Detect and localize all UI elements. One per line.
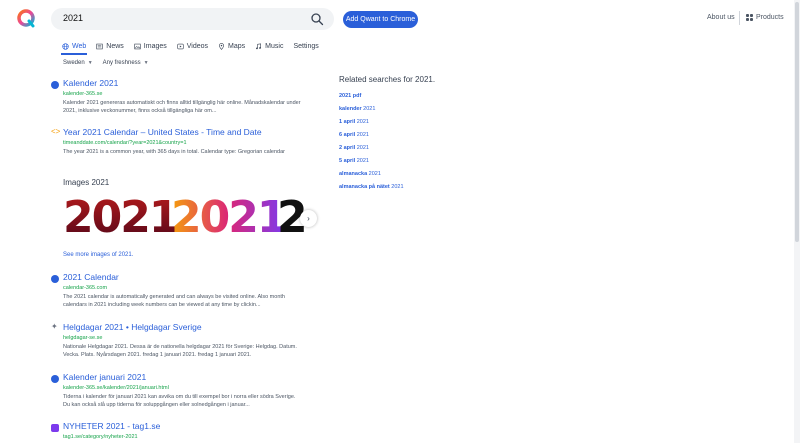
- result-url[interactable]: tag1.se/category/nyheter-2021: [63, 434, 138, 440]
- add-to-chrome-button[interactable]: Add Qwant to Chrome: [343, 11, 418, 28]
- tab-maps[interactable]: Maps: [218, 40, 245, 52]
- tab-label: Maps: [228, 42, 246, 50]
- result-title-link[interactable]: Helgdagar 2021 • Helgdagar Sverige: [63, 322, 202, 332]
- related-search-bold: 1 april: [339, 119, 356, 125]
- site-favicon-icon: [51, 424, 59, 432]
- map-pin-icon: [219, 42, 225, 50]
- freshness-filter-label: Any freshness: [102, 60, 141, 66]
- tab-videos[interactable]: Videos: [177, 40, 208, 52]
- images-carousel: 2021 2021 2: [63, 190, 313, 246]
- grid-icon: [746, 14, 753, 21]
- page-scrollbar[interactable]: [794, 0, 800, 443]
- site-favicon-icon: ✦: [51, 322, 58, 331]
- image-icon: [134, 43, 141, 49]
- caret-down-icon: ▼: [87, 60, 93, 66]
- related-search-rest: 2021: [355, 158, 369, 164]
- result-title-link[interactable]: 2021 Calendar: [63, 272, 119, 282]
- related-search-rest: 2021: [355, 119, 369, 125]
- qwant-logo-icon[interactable]: [16, 8, 36, 28]
- image-thumbnail[interactable]: 2021: [171, 190, 287, 246]
- related-search-bold: 5 april: [339, 158, 356, 164]
- search-tabs: Web News Images Videos Maps Music Settin…: [62, 40, 319, 54]
- region-filter-label: Sweden: [63, 60, 85, 66]
- tab-music[interactable]: Music: [255, 40, 283, 52]
- region-filter[interactable]: Sweden ▼: [63, 60, 93, 66]
- search-filters: Sweden ▼ Any freshness ▼: [63, 60, 149, 66]
- related-search-bold: 6 april: [339, 132, 356, 138]
- tab-settings[interactable]: Settings: [293, 40, 318, 52]
- related-search-bold: almanacka: [339, 171, 368, 177]
- tab-label: Web: [72, 42, 87, 50]
- chevron-right-icon: ›: [307, 214, 310, 223]
- result-snippet: Kalender 2021 genereras automatiskt och …: [63, 100, 301, 114]
- related-search-link[interactable]: 2 april 2021: [339, 142, 435, 155]
- tab-label: News: [106, 42, 124, 50]
- tab-images[interactable]: Images: [134, 40, 167, 52]
- site-favicon-icon: [51, 81, 59, 89]
- image-thumbnail[interactable]: 2021: [63, 190, 179, 246]
- video-icon: [177, 43, 184, 49]
- scrollbar-thumb[interactable]: [795, 2, 799, 242]
- tab-label: Music: [265, 42, 284, 50]
- search-icon[interactable]: [310, 12, 324, 26]
- result-title-link[interactable]: Kalender januari 2021: [63, 372, 146, 382]
- related-search-link[interactable]: almanacka på nätet 2021: [339, 181, 435, 194]
- related-search-link[interactable]: kalender 2021: [339, 103, 435, 116]
- result-snippet: Nationale Helgdagar 2021. Dessa är de na…: [63, 344, 297, 358]
- caret-down-icon: ▼: [143, 60, 149, 66]
- related-search-rest: 2021: [389, 184, 404, 190]
- result-url[interactable]: calendar-365.com: [63, 285, 107, 291]
- result-url[interactable]: kalender-365.se/kalender/2021/januari.ht…: [63, 385, 169, 391]
- related-search-link[interactable]: 2021 pdf: [339, 90, 435, 103]
- related-search-rest: 2021: [355, 132, 369, 138]
- related-search-bold: kalender: [339, 106, 362, 112]
- tab-label: Settings: [293, 42, 319, 50]
- products-label: Products: [756, 14, 784, 21]
- carousel-next-button[interactable]: ›: [300, 210, 317, 227]
- related-search-link[interactable]: 6 april 2021: [339, 129, 435, 142]
- products-menu[interactable]: Products: [746, 14, 784, 21]
- related-searches: Related searches for 2021. 2021 pdf kale…: [339, 75, 435, 194]
- tab-label: Videos: [186, 42, 209, 50]
- search-bar[interactable]: 2021: [51, 8, 334, 30]
- result-title-link[interactable]: NYHETER 2021 - tag1.se: [63, 421, 160, 431]
- result-title-link[interactable]: Year 2021 Calendar – United States - Tim…: [63, 127, 262, 137]
- result-snippet: The year 2021 is a common year, with 365…: [63, 149, 285, 155]
- news-icon: [96, 43, 103, 49]
- result-url[interactable]: timeanddate.com/calendar/?year=2021&coun…: [63, 140, 187, 146]
- site-favicon-icon: [51, 275, 59, 283]
- result-snippet: Tiderna i kalender för januari 2021 kan …: [63, 394, 296, 408]
- tab-web[interactable]: Web: [62, 40, 86, 52]
- music-icon: [256, 43, 262, 49]
- related-search-bold: 2021 pdf: [339, 93, 362, 99]
- related-search-link[interactable]: 5 april 2021: [339, 155, 435, 168]
- related-search-link[interactable]: 1 april 2021: [339, 116, 435, 129]
- related-search-rest: 2021: [355, 145, 369, 151]
- result-url[interactable]: kalender-365.se: [63, 91, 102, 97]
- related-search-link[interactable]: almanacka 2021: [339, 168, 435, 181]
- related-search-rest: 2021: [361, 106, 376, 112]
- freshness-filter[interactable]: Any freshness ▼: [103, 60, 149, 66]
- result-title-link[interactable]: Kalender 2021: [63, 78, 118, 88]
- top-header: 2021 Add Qwant to Chrome About us Produc…: [0, 0, 800, 38]
- site-favicon-icon: <>: [51, 127, 61, 136]
- tab-news[interactable]: News: [96, 40, 124, 52]
- header-divider: [739, 11, 740, 25]
- globe-icon: [62, 42, 69, 50]
- about-us-link[interactable]: About us: [707, 14, 735, 21]
- tab-label: Images: [143, 42, 167, 50]
- related-searches-title: Related searches for 2021.: [339, 75, 436, 84]
- see-more-images-link[interactable]: See more images of 2021.: [63, 252, 133, 258]
- related-search-bold: almanacka på nätet: [339, 184, 390, 190]
- result-url[interactable]: helgdagar-se.se: [63, 335, 102, 341]
- related-search-bold: 2 april: [339, 145, 356, 151]
- related-search-rest: 2021: [367, 171, 381, 177]
- result-snippet: The 2021 calendar is automatically gener…: [63, 294, 285, 308]
- active-tab-indicator: [61, 53, 87, 55]
- site-favicon-icon: [51, 375, 59, 383]
- search-input[interactable]: 2021: [63, 13, 83, 23]
- images-section-heading: Images 2021: [63, 178, 110, 187]
